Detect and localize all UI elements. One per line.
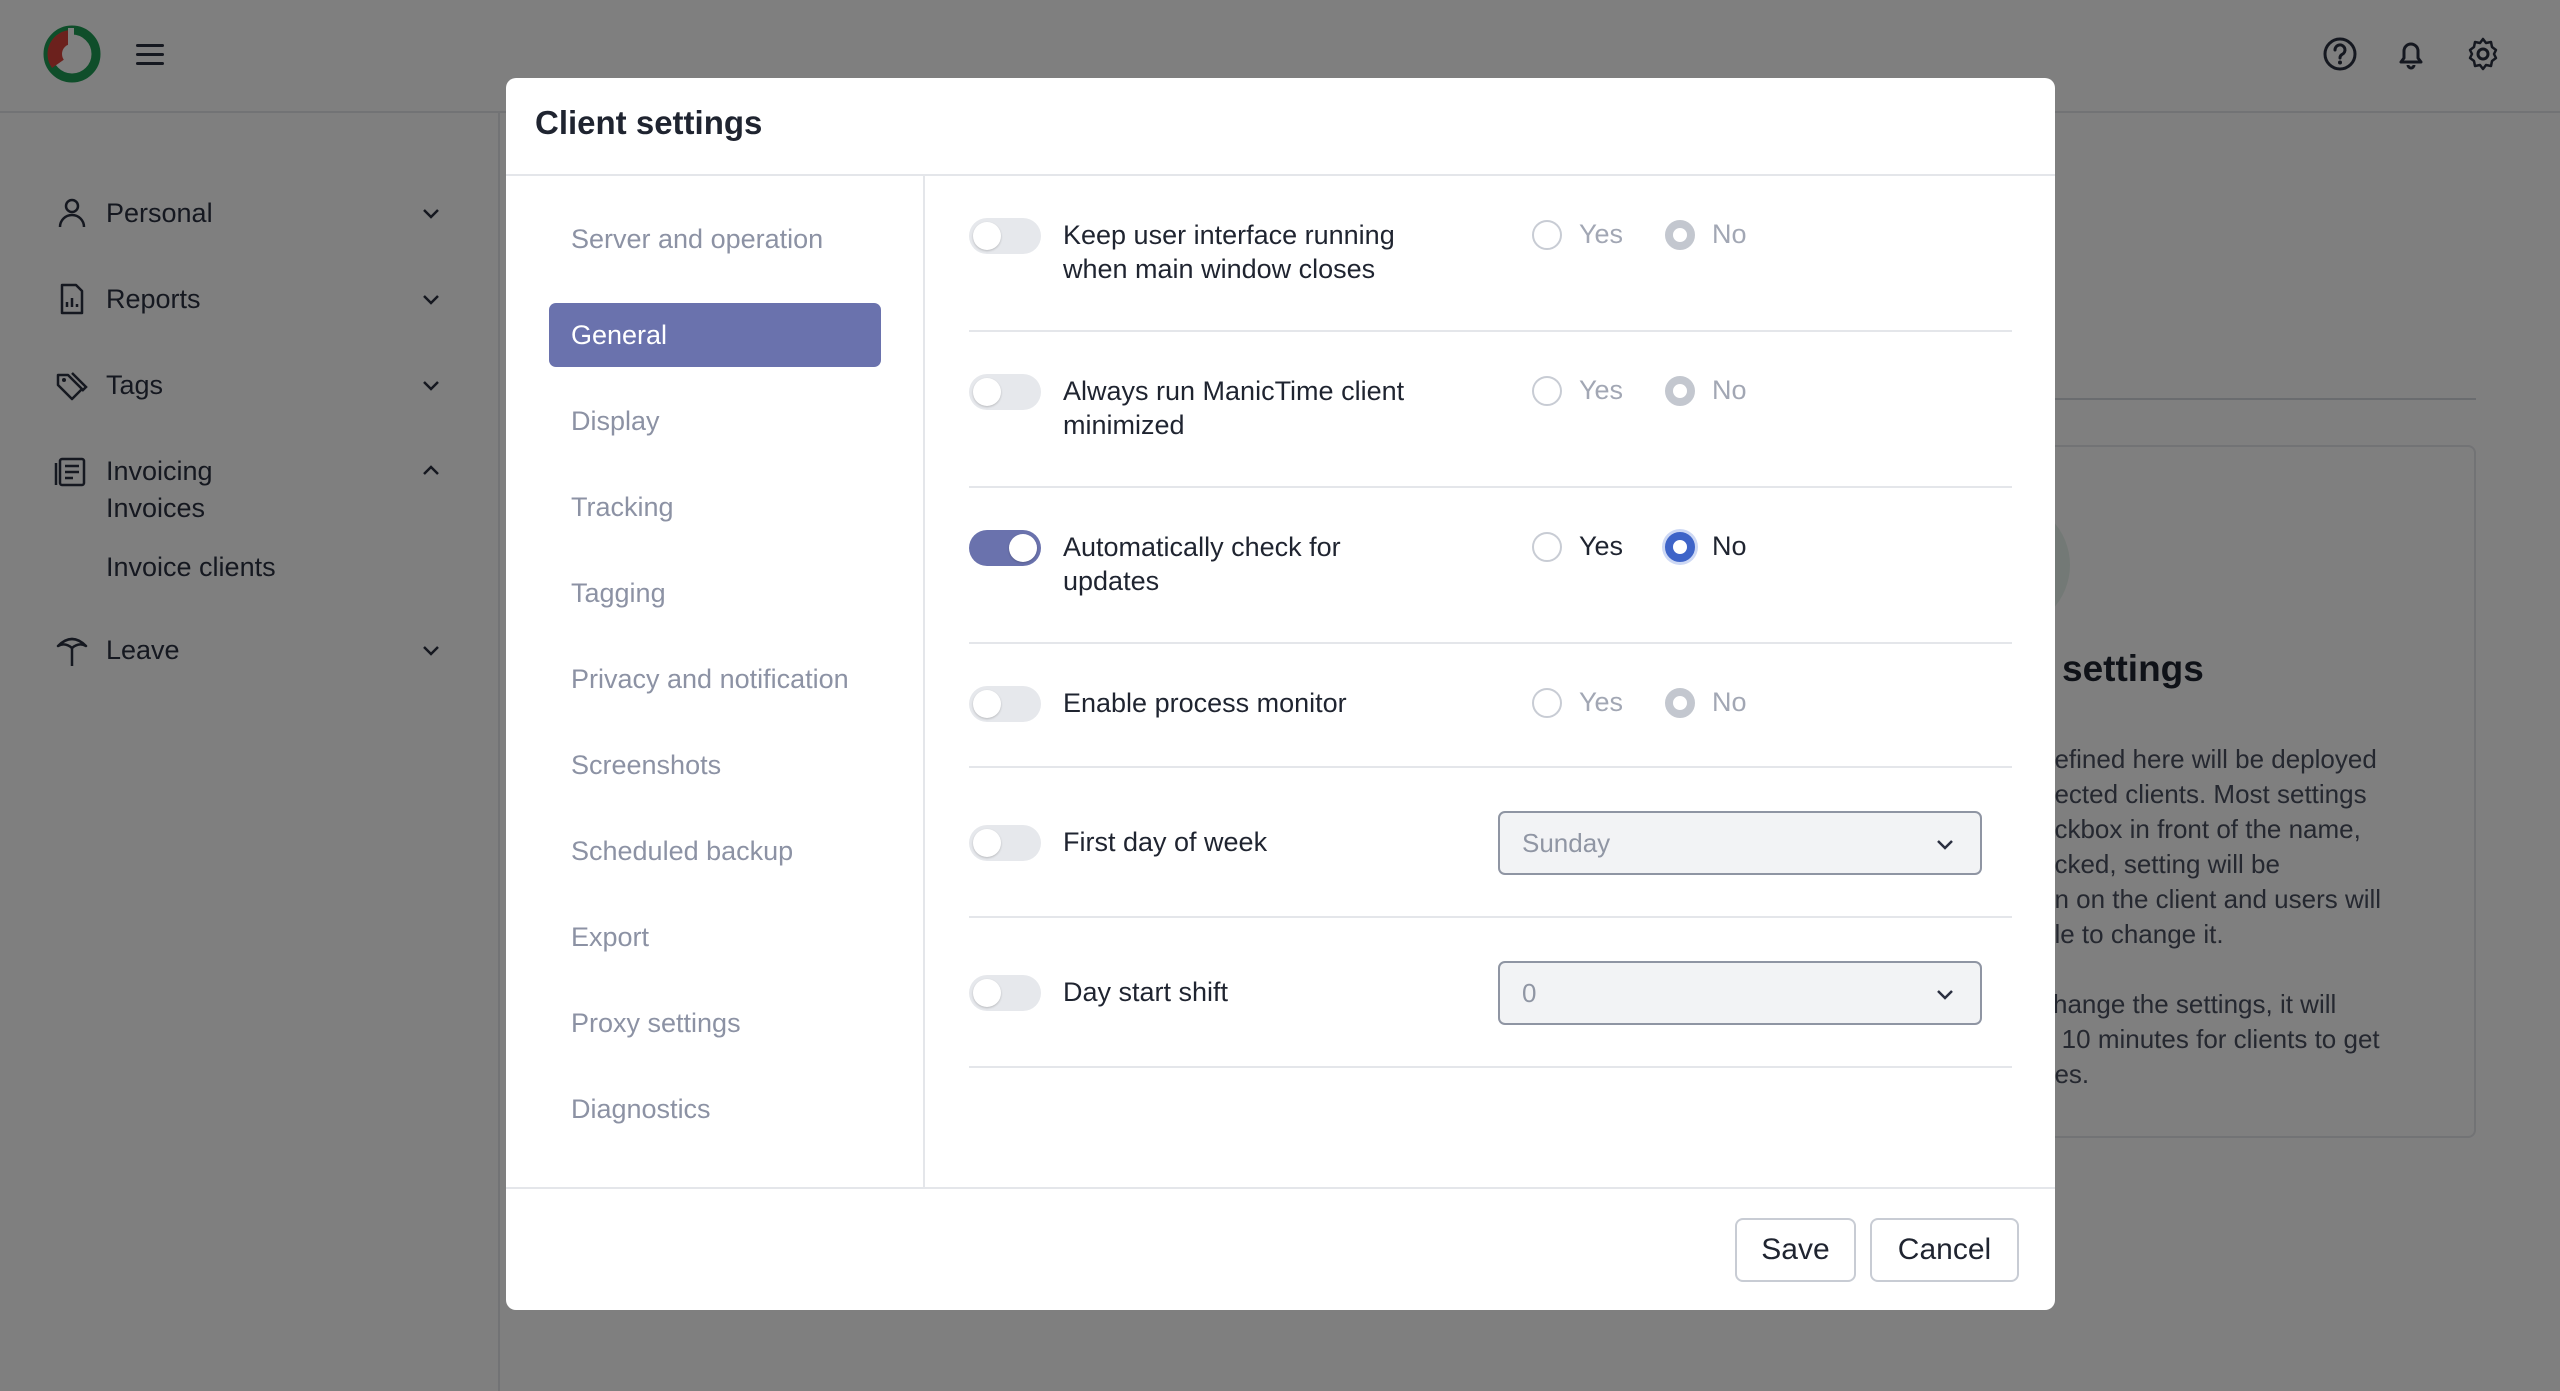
radio-yes[interactable] <box>1532 531 1562 562</box>
yes-no-radio-group: Yes No <box>1532 219 1747 250</box>
radio-yes[interactable] <box>1532 219 1562 250</box>
setting-row-process-monitor: Enable process monitor Yes No <box>969 644 2012 768</box>
toggle-knob <box>973 979 1001 1007</box>
save-button[interactable]: Save <box>1735 1218 1856 1282</box>
setting-label-line: Keep user interface running <box>1063 220 1395 250</box>
menu-item-privacy-and-notification[interactable]: Privacy and notification <box>549 647 881 711</box>
setting-label-line: updates <box>1063 566 1160 596</box>
select-value: 0 <box>1522 977 1537 1008</box>
setting-row-keep-ui-running: Keep user interface running when main wi… <box>969 176 2012 332</box>
setting-label-line: when main window closes <box>1063 254 1376 284</box>
menu-item-export[interactable]: Export <box>549 905 881 969</box>
setting-row-first-day-of-week: First day of week Sunday <box>969 768 2012 918</box>
yes-no-radio-group: Yes No <box>1532 687 1747 718</box>
menu-item-display[interactable]: Display <box>549 389 881 453</box>
setting-override-toggle[interactable] <box>969 975 1041 1011</box>
settings-panel: Keep user interface running when main wi… <box>925 176 2055 1187</box>
radio-yes-label: Yes <box>1579 531 1624 561</box>
menu-item-tagging[interactable]: Tagging <box>549 561 881 625</box>
chevron-down-icon <box>1937 840 1953 850</box>
menu-item-server-and-operation[interactable]: Server and operation <box>549 207 881 271</box>
radio-yes-label: Yes <box>1579 219 1624 249</box>
setting-row-always-run-minimized: Always run ManicTime client minimized Ye… <box>969 332 2012 488</box>
menu-item-tracking[interactable]: Tracking <box>549 475 881 539</box>
menu-item-scheduled-backup[interactable]: Scheduled backup <box>549 819 881 883</box>
radio-no-label: No <box>1712 375 1747 405</box>
setting-label-line: minimized <box>1063 410 1185 440</box>
radio-no[interactable] <box>1665 219 1696 250</box>
setting-label: Automatically check for updates <box>1063 530 1443 598</box>
yes-no-radio-group: Yes No <box>1532 375 1747 406</box>
setting-label-line: Always run ManicTime client <box>1063 376 1405 406</box>
toggle-knob <box>973 378 1001 406</box>
setting-label: Enable process monitor <box>1063 686 1443 720</box>
menu-item-general[interactable]: General <box>549 303 881 367</box>
yes-no-radio-group: Yes No <box>1532 531 1747 562</box>
menu-item-screenshots[interactable]: Screenshots <box>549 733 881 797</box>
toggle-knob <box>973 222 1001 250</box>
setting-label: Keep user interface running when main wi… <box>1063 218 1443 286</box>
menu-item-diagnostics[interactable]: Diagnostics <box>549 1077 881 1141</box>
dialog-footer: Save Cancel <box>506 1187 2055 1310</box>
radio-no[interactable] <box>1665 375 1696 406</box>
setting-override-toggle[interactable] <box>969 686 1041 722</box>
settings-category-menu: Server and operation General Display Tra… <box>506 176 925 1187</box>
radio-yes-label: Yes <box>1579 687 1624 717</box>
setting-label-line: Automatically check for <box>1063 532 1341 562</box>
chevron-down-icon <box>1937 990 1953 1000</box>
setting-override-toggle[interactable] <box>969 530 1041 566</box>
setting-override-toggle[interactable] <box>969 825 1041 861</box>
setting-label: Always run ManicTime client minimized <box>1063 374 1443 442</box>
radio-no[interactable] <box>1665 687 1696 718</box>
menu-item-proxy-settings[interactable]: Proxy settings <box>549 991 881 1055</box>
select-value: Sunday <box>1522 827 1611 858</box>
setting-label-line: Enable process monitor <box>1063 688 1347 718</box>
setting-override-toggle[interactable] <box>969 218 1041 254</box>
setting-label: Day start shift <box>1063 977 1229 1007</box>
dialog-title: Client settings <box>535 104 763 141</box>
cancel-button[interactable]: Cancel <box>1870 1218 2019 1282</box>
toggle-knob <box>973 829 1001 857</box>
radio-yes[interactable] <box>1532 687 1562 718</box>
day-start-shift-select[interactable]: 0 <box>1498 961 1982 1025</box>
dialog-header: Client settings <box>506 78 2055 176</box>
radio-no-label: No <box>1712 531 1747 561</box>
setting-row-auto-check-updates: Automatically check for updates Yes No <box>969 488 2012 644</box>
toggle-knob <box>1009 534 1037 562</box>
radio-no-label: No <box>1712 219 1747 249</box>
toggle-knob <box>973 690 1001 718</box>
setting-row-day-start-shift: Day start shift 0 <box>969 918 2012 1068</box>
client-settings-dialog: Client settings Server and operation Gen… <box>506 78 2055 1310</box>
radio-no-label: No <box>1712 687 1747 717</box>
radio-yes[interactable] <box>1532 375 1562 406</box>
setting-label: First day of week <box>1063 827 1268 857</box>
radio-yes-label: Yes <box>1579 375 1624 405</box>
radio-no[interactable] <box>1665 531 1696 562</box>
first-day-of-week-select[interactable]: Sunday <box>1498 811 1982 875</box>
setting-override-toggle[interactable] <box>969 374 1041 410</box>
